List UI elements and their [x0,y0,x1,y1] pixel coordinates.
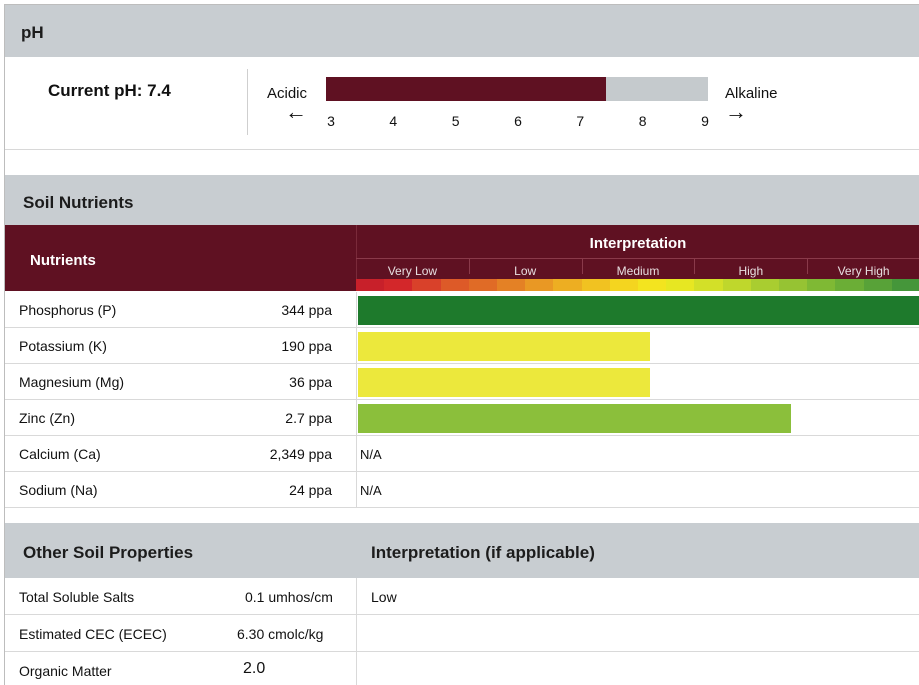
ph-scale-fill [326,77,607,101]
nutrient-row: Sodium (Na) 24 ppa N/A [5,472,919,508]
gradient-cell [750,279,780,291]
gradient-cell [440,279,469,291]
nutrient-level-bar [358,368,651,397]
ph-tick-label: 5 [451,113,460,129]
current-ph-label: Current pH: 7.4 [48,81,171,100]
gradient-cell [891,279,919,291]
nutrient-value: 2.7 ppa [285,410,332,426]
soil-report: pH Current pH: 7.4 Acidic ← Alkaline → 3… [4,4,919,685]
property-name: Organic Matter [19,663,112,679]
gradient-cell [807,279,836,291]
scale-line [356,258,919,259]
nutrient-row: Calcium (Ca) 2,349 ppa N/A [5,436,919,472]
property-row: Organic Matter 2.0 [5,652,919,685]
gradient-cell [581,279,610,291]
nutrient-name: Calcium (Ca) [19,446,101,462]
nutrient-value: 24 ppa [289,482,332,498]
nutrients-column-label: Nutrients [30,252,96,269]
nutrient-row: Magnesium (Mg) 36 ppa [5,364,919,400]
property-name: Estimated CEC (ECEC) [19,626,167,642]
nutrient-level-bar [358,404,791,433]
nutrients-table-header: Nutrients Interpretation Very Low Low Medi… [5,225,919,291]
ph-divider [247,69,248,135]
gradient-cell [694,279,723,291]
nutrient-name: Zinc (Zn) [19,410,75,426]
scale-label: Very Low [387,264,438,278]
scale-separator [807,259,809,274]
ph-tick-label: 7 [576,113,585,129]
property-name: Total Soluble Salts [19,589,135,605]
ph-tick-label: 4 [389,113,398,129]
gradient-cell [525,279,554,291]
gradient-cell [468,279,498,291]
right-arrow-icon: → [725,99,747,124]
row-divider [356,400,357,436]
other-interpretation-title: Interpretation (if applicable) [371,543,595,562]
gradient-cell [638,279,667,291]
ph-panel: Current pH: 7.4 Acidic ← Alkaline → 3456… [5,57,919,150]
property-row: Estimated CEC (ECEC) 6.30 cmolc/kg [5,615,919,652]
row-divider [356,615,357,652]
interpretation-column-label: Interpretation [589,235,687,252]
nutrient-name: Sodium (Na) [19,482,98,498]
gradient-cell [384,279,413,291]
row-divider [356,328,357,364]
ph-scale-bar [326,77,708,101]
property-value: 2.0 [243,660,266,677]
ph-tick-label: 8 [638,113,647,129]
scale-separator [581,259,583,274]
nutrient-na-text: N/A [360,447,382,462]
nutrient-value: 344 ppa [281,302,332,318]
gradient-cell [722,279,751,291]
nutrient-level-bar [358,296,919,325]
nutrient-row: Phosphorus (P) 344 ppa [5,292,919,328]
nutrient-row: Potassium (K) 190 ppa [5,328,919,364]
gradient-cell [779,279,808,291]
ph-tick-label: 6 [514,113,522,129]
nutrient-level-bar [358,332,651,361]
gradient-cell [863,279,892,291]
left-arrow-icon: ← [285,99,307,124]
gradient-cell [497,279,526,291]
property-value: 6.30 cmolc/kg [237,626,324,642]
scale-label: Low [514,264,537,278]
nutrient-na-text: N/A [360,483,382,498]
ph-tick-label: 9 [701,113,709,129]
row-divider [356,472,357,508]
nutrient-value: 2,349 ppa [269,446,332,462]
nutrient-name: Potassium (K) [19,338,107,354]
ph-section-title: pH [21,23,44,42]
scale-separator [468,259,470,274]
row-divider [356,292,357,328]
nutrients-section-header [5,175,919,225]
nutrient-name: Phosphorus (P) [19,302,117,318]
nutrients-section-title: Soil Nutrients [23,193,134,212]
property-value: 0.1 umhos/cm [245,589,333,605]
gradient-cell [835,279,864,291]
gradient-cell [666,279,695,291]
nutrient-row: Zinc (Zn) 2.7 ppa [5,400,919,436]
row-divider [356,436,357,472]
nutrient-value: 190 ppa [281,338,332,354]
row-divider [356,364,357,400]
gradient-cell [553,279,582,291]
interpretation-gradient [356,279,919,291]
row-divider [356,652,357,685]
gradient-cell [356,279,385,291]
scale-label: Very High [837,264,890,278]
scale-separator [694,259,696,274]
other-properties-title: Other Soil Properties [23,543,194,562]
row-divider [356,578,357,615]
nutrient-name: Magnesium (Mg) [19,374,125,390]
ph-tick-label: 3 [327,113,335,129]
property-interpretation: Low [371,589,397,605]
ph-section-header [5,5,919,57]
nutrient-value: 36 ppa [289,374,332,390]
scale-label: High [738,264,764,278]
property-row: Total Soluble Salts 0.1 umhos/cm Low [5,578,919,615]
scale-label: Medium [616,264,660,278]
gradient-cell [609,279,639,291]
gradient-cell [412,279,441,291]
